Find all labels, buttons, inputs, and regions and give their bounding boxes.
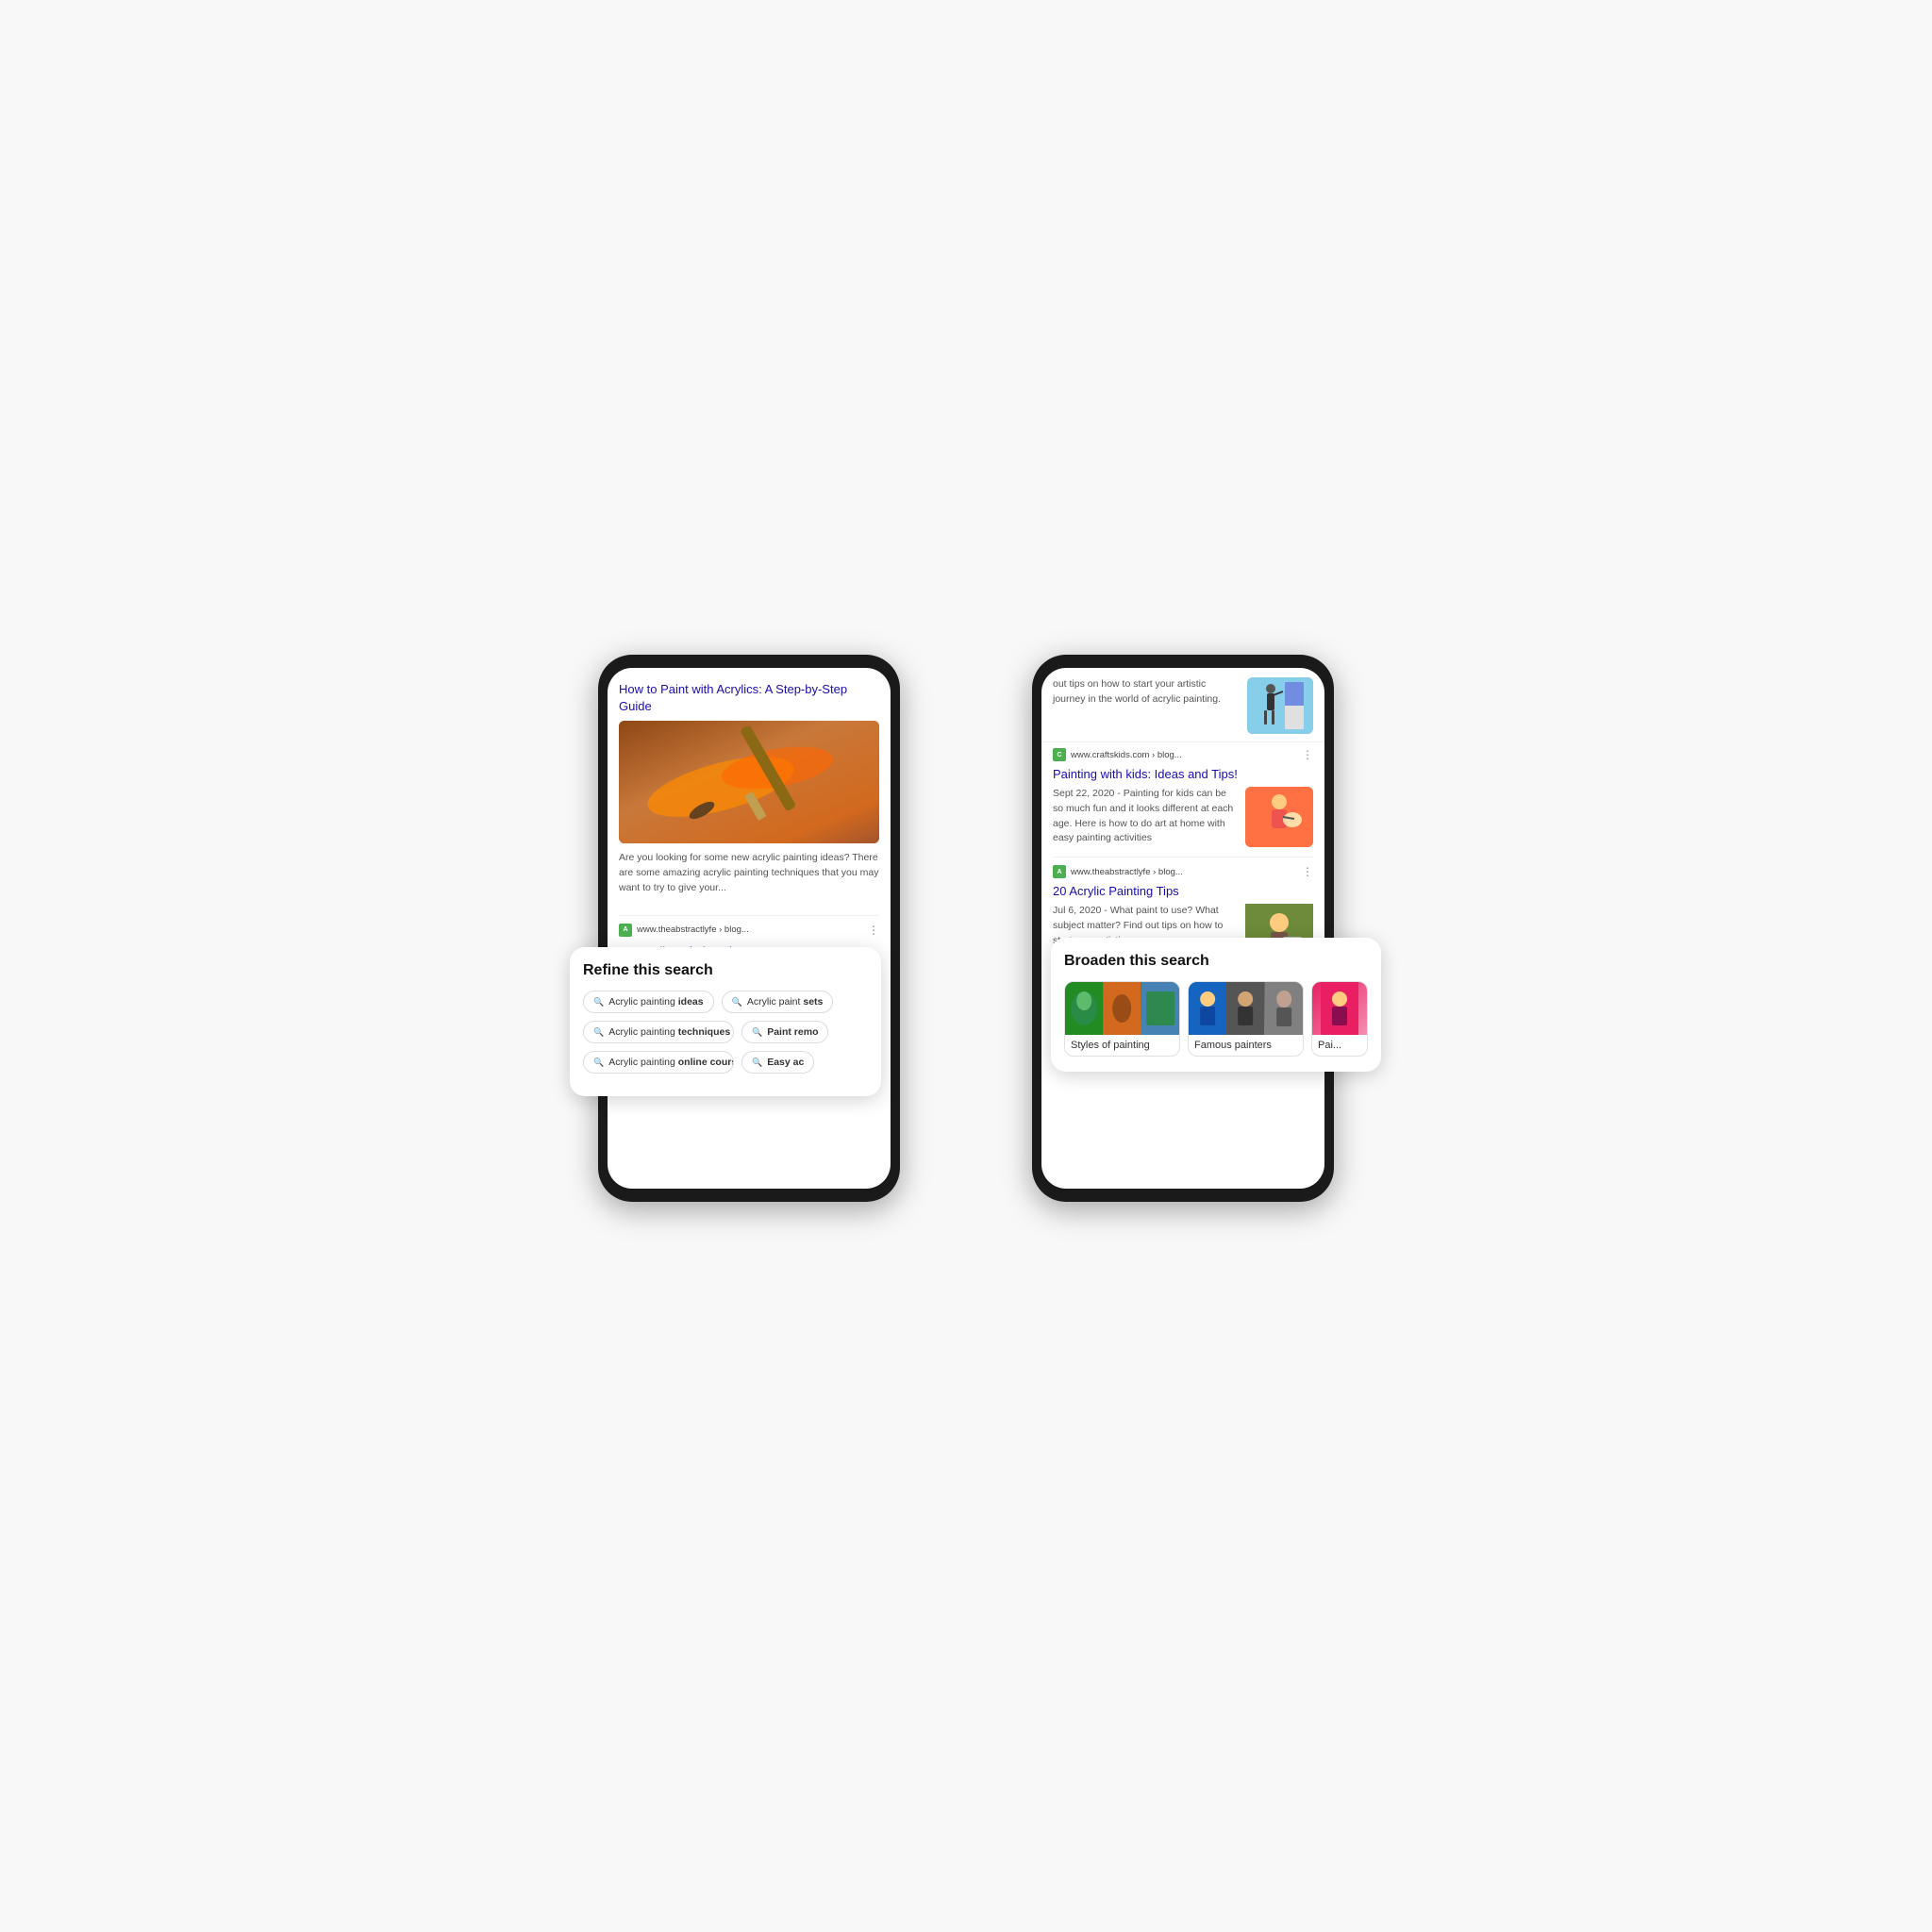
- phone-left-screen: How to Paint with Acrylics: A Step-by-St…: [608, 668, 891, 1189]
- left-result-snippet: Are you looking for some new acrylic pai…: [608, 851, 891, 905]
- chip-ideas[interactable]: 🔍 Acrylic painting ideas: [583, 991, 714, 1013]
- broaden-famous-label: Famous painters: [1189, 1035, 1303, 1056]
- right-craftskids-date: Sept 22, 2020: [1053, 788, 1114, 799]
- broaden-famous-img-3: [1265, 982, 1303, 1035]
- search-icon: 🔍: [593, 1058, 604, 1068]
- right-abstract-site-row: A www.theabstractlyfe › blog... ⋮: [1041, 859, 1324, 881]
- search-icon: 🔍: [752, 1058, 762, 1068]
- chip-online-courses[interactable]: 🔍 Acrylic painting online courses: [583, 1051, 734, 1074]
- refine-card-title: Refine this search: [583, 962, 868, 979]
- right-top-article: out tips on how to start your artistic j…: [1041, 668, 1324, 742]
- right-craftskids-site-row: C www.craftskids.com › blog... ⋮: [1041, 742, 1324, 764]
- left-bottom-url: www.theabstractlyfe › blog...: [637, 924, 863, 935]
- chip-ideas-label: Acrylic painting ideas: [608, 996, 703, 1008]
- broaden-styles-img-1: [1065, 982, 1103, 1035]
- broaden-styles-label: Styles of painting: [1065, 1035, 1179, 1056]
- right-abstract-title[interactable]: 20 Acrylic Painting Tips: [1041, 881, 1324, 904]
- right-craftskids-url: www.craftskids.com › blog...: [1071, 750, 1297, 760]
- left-result-image: [619, 721, 879, 843]
- chip-paint-remo[interactable]: 🔍 Paint remo: [741, 1021, 828, 1043]
- chip-sets-label: Acrylic paint sets: [747, 996, 824, 1008]
- broaden-group-styles[interactable]: Styles of painting: [1064, 981, 1180, 1057]
- right-top-thumb: [1247, 677, 1313, 734]
- chip-easy-ac-label: Easy ac: [767, 1057, 804, 1068]
- chip-techniques-label: Acrylic painting techniques: [608, 1026, 730, 1038]
- left-result-title[interactable]: How to Paint with Acrylics: A Step-by-St…: [608, 668, 891, 721]
- right-abstract-more-icon[interactable]: ⋮: [1302, 865, 1313, 878]
- refine-chip-row-3: 🔍 Acrylic painting online courses 🔍 Easy…: [583, 1051, 868, 1074]
- chip-sets[interactable]: 🔍 Acrylic paint sets: [722, 991, 834, 1013]
- right-craftskids-title[interactable]: Painting with kids: Ideas and Tips!: [1041, 764, 1324, 787]
- search-icon: 🔍: [752, 1027, 762, 1038]
- broaden-group-pai[interactable]: Pai...: [1311, 981, 1368, 1057]
- right-abstract-favicon: A: [1053, 865, 1066, 878]
- right-craftskids-thumb: [1245, 787, 1313, 847]
- right-craftskids-more-icon[interactable]: ⋮: [1302, 748, 1313, 761]
- right-top-snippet: out tips on how to start your artistic j…: [1053, 677, 1240, 708]
- left-bottom-favicon: A: [619, 924, 632, 937]
- phone-left: How to Paint with Acrylics: A Step-by-St…: [598, 655, 900, 1202]
- left-bottom-more-icon[interactable]: ⋮: [868, 924, 879, 937]
- refine-chip-row-1: 🔍 Acrylic painting ideas 🔍 Acrylic paint…: [583, 991, 868, 1013]
- broaden-famous-img-2: [1226, 982, 1264, 1035]
- right-craftskids-favicon: C: [1053, 748, 1066, 761]
- broaden-card: Broaden this search Styles of painting: [1051, 938, 1381, 1072]
- left-screen-content: How to Paint with Acrylics: A Step-by-St…: [608, 668, 891, 1189]
- phone-right: out tips on how to start your artistic j…: [1032, 655, 1334, 1202]
- right-craftskids-snippet: Sept 22, 2020 - Painting for kids can be…: [1053, 787, 1238, 846]
- refine-card: Refine this search 🔍 Acrylic painting id…: [570, 947, 881, 1096]
- broaden-styles-images: [1065, 982, 1179, 1035]
- right-screen-content: out tips on how to start your artistic j…: [1041, 668, 1324, 1189]
- chip-easy-ac[interactable]: 🔍 Easy ac: [741, 1051, 814, 1074]
- chip-paint-remo-label: Paint remo: [767, 1026, 818, 1038]
- broaden-styles-img-2: [1103, 982, 1141, 1035]
- broaden-styles-img-3: [1141, 982, 1179, 1035]
- scene: How to Paint with Acrylics: A Step-by-St…: [541, 541, 1391, 1391]
- broaden-group-famous[interactable]: Famous painters: [1188, 981, 1304, 1057]
- right-abstract-url: www.theabstractlyfe › blog...: [1071, 867, 1297, 877]
- search-icon: 🔍: [593, 1027, 604, 1038]
- broaden-pai-label: Pai...: [1312, 1035, 1367, 1056]
- broaden-groups-row: Styles of painting Famous painters: [1064, 981, 1368, 1057]
- phone-right-screen: out tips on how to start your artistic j…: [1041, 668, 1324, 1189]
- broaden-pai-images: [1312, 982, 1367, 1035]
- search-icon: 🔍: [732, 997, 742, 1008]
- broaden-famous-img-1: [1189, 982, 1226, 1035]
- refine-chip-row-2: 🔍 Acrylic painting techniques 🔍 Paint re…: [583, 1021, 868, 1043]
- broaden-pai-img-1: [1312, 982, 1367, 1035]
- broaden-card-title: Broaden this search: [1064, 953, 1368, 970]
- search-icon: 🔍: [593, 997, 604, 1008]
- chip-online-courses-label: Acrylic painting online courses: [608, 1057, 734, 1068]
- broaden-famous-images: [1189, 982, 1303, 1035]
- chip-techniques[interactable]: 🔍 Acrylic painting techniques: [583, 1021, 734, 1043]
